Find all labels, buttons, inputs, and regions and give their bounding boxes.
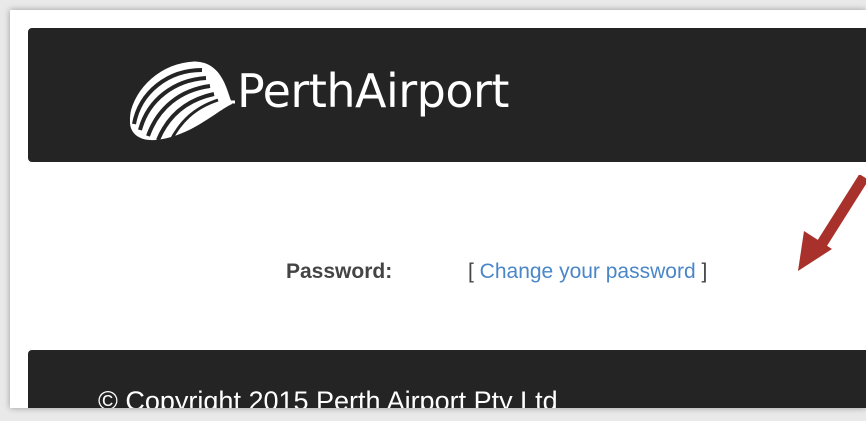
password-label: Password: xyxy=(286,260,393,283)
red-arrow-icon xyxy=(798,175,866,271)
bracket-open: [ xyxy=(468,260,480,283)
perth-airport-logo[interactable]: PerthAirport xyxy=(120,52,570,142)
logo-wordmark: PerthAirport xyxy=(237,61,509,121)
change-password-link[interactable]: Change your password xyxy=(480,260,696,283)
logo-swirl-icon xyxy=(126,58,235,142)
change-password-wrapper: [ Change your password ] xyxy=(468,260,707,284)
site-header: PerthAirport xyxy=(28,28,866,162)
logo-text-airport: Airport xyxy=(355,64,509,118)
logo-text-perth: Perth xyxy=(237,64,356,118)
site-footer: © Copyright 2015 Perth Airport Pty Ltd xyxy=(28,350,866,408)
password-row: Password: [ Change your password ] xyxy=(10,255,866,285)
page: PerthAirport Password: [ Change your pas… xyxy=(10,10,866,408)
copyright-text: © Copyright 2015 Perth Airport Pty Ltd xyxy=(98,386,558,408)
bracket-close: ] xyxy=(695,260,708,283)
